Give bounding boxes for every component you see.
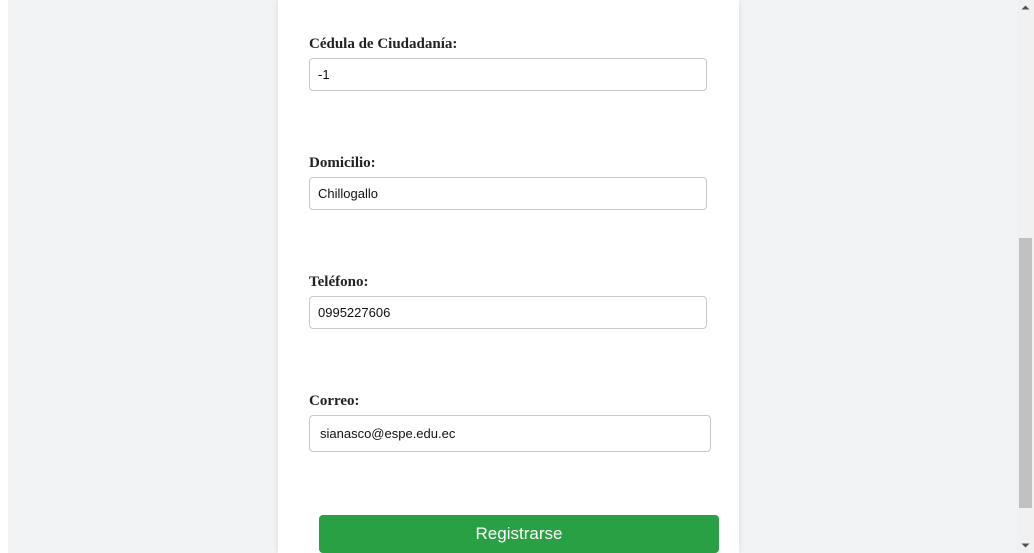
scrollbar-thumb[interactable] [1019,238,1032,508]
cedula-input[interactable] [309,58,707,91]
correo-input[interactable] [309,415,711,452]
domicilio-label: Domicilio: [309,155,376,171]
scroll-up-arrow-icon[interactable] [1017,0,1034,14]
vertical-scrollbar[interactable] [1017,0,1034,553]
telefono-label: Teléfono: [309,274,369,290]
domicilio-input[interactable] [309,177,707,210]
scroll-down-arrow-icon[interactable] [1017,539,1034,553]
cedula-label: Cédula de Ciudadanía: [309,36,458,52]
correo-label: Correo: [309,393,360,409]
page-background: Cédula de Ciudadanía: Domicilio: Teléfon… [8,0,1017,553]
registration-form-card: Cédula de Ciudadanía: Domicilio: Teléfon… [278,0,739,553]
telefono-input[interactable] [309,296,707,329]
register-button[interactable]: Registrarse [319,515,719,553]
